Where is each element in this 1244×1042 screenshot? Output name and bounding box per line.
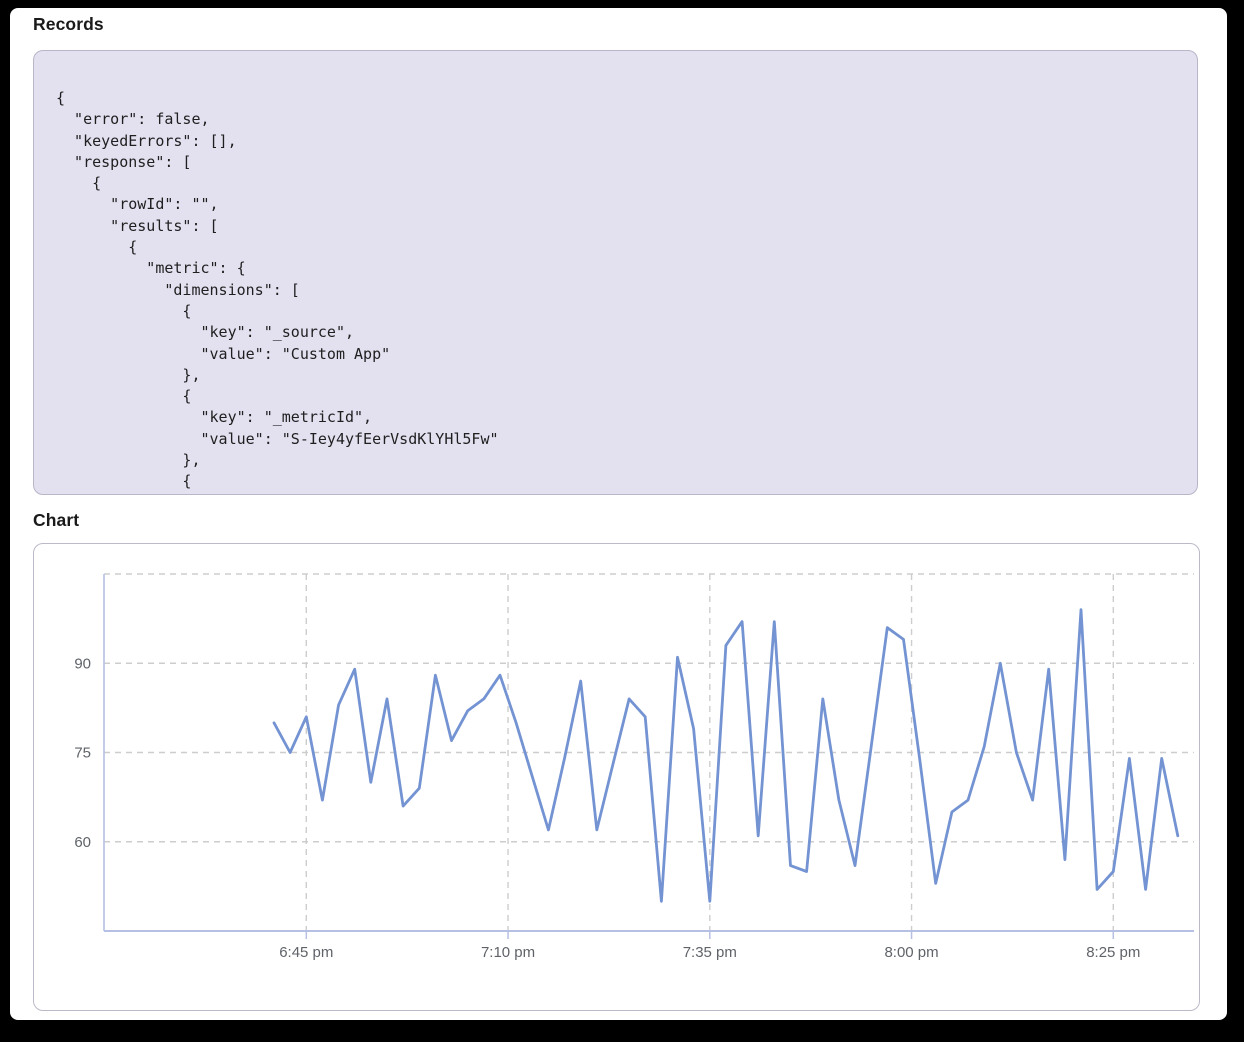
y-axis-tick-label: 75 — [74, 745, 91, 762]
x-axis-tick-label: 7:10 pm — [481, 944, 535, 961]
records-section-title: Records — [33, 14, 104, 35]
records-json-code: { "error": false, "keyedErrors": [], "re… — [34, 51, 1197, 495]
x-axis-tick-label: 8:00 pm — [884, 944, 938, 961]
y-axis-tick-label: 90 — [74, 655, 91, 672]
records-code-panel[interactable]: { "error": false, "keyedErrors": [], "re… — [33, 50, 1198, 495]
page-background: { "records": { "title": "Records", "pane… — [0, 0, 1244, 1042]
x-axis-tick-label: 7:35 pm — [683, 944, 737, 961]
metric-series-line[interactable] — [274, 610, 1178, 902]
chart-section-title: Chart — [33, 510, 79, 531]
y-axis-tick-label: 60 — [74, 834, 91, 851]
x-axis-tick-label: 8:25 pm — [1086, 944, 1140, 961]
chart-canvas[interactable]: 90 75 60 6:45 pm 7:10 pm 7:35 pm 8:00 pm 8:25 p… — [34, 544, 1199, 1010]
chart-panel: 90 75 60 6:45 pm 7:10 pm 7:35 pm 8:00 pm 8:25 p… — [33, 543, 1200, 1011]
app-content-area: Records { "error": false, "keyedErrors":… — [10, 8, 1227, 1020]
x-axis-tick-label: 6:45 pm — [279, 944, 333, 961]
